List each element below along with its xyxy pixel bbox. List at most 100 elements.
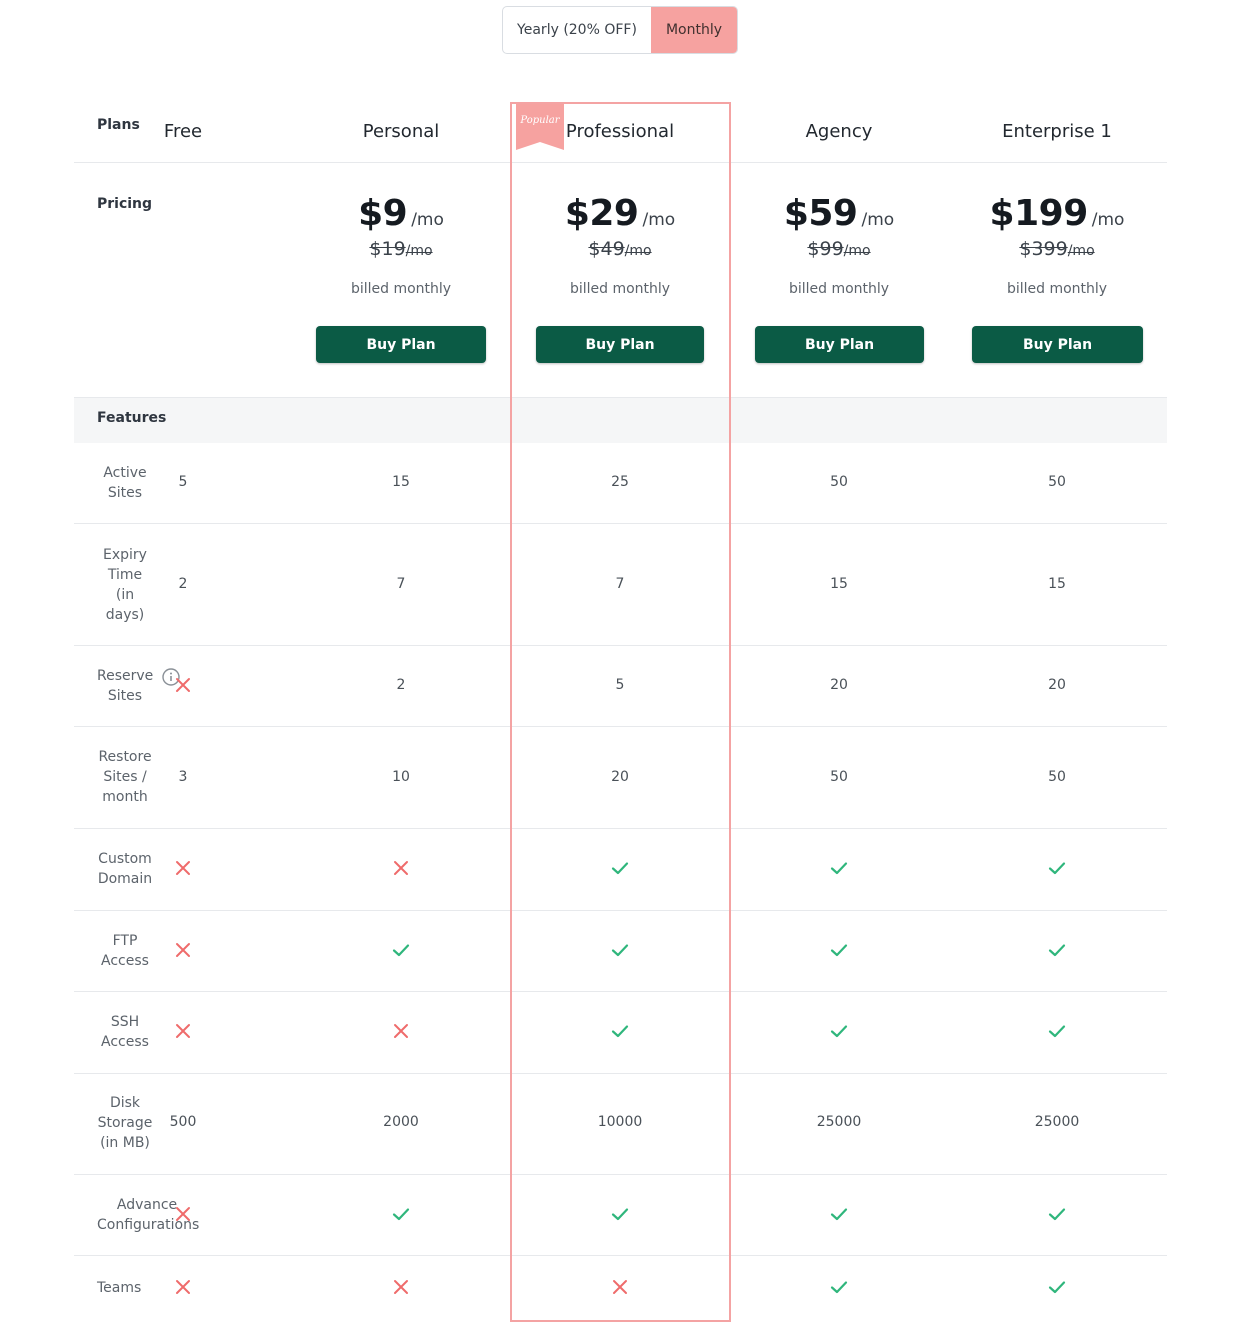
old-price-amount: $19 bbox=[369, 238, 406, 260]
check-icon bbox=[1048, 1205, 1066, 1223]
cross-icon bbox=[392, 1278, 410, 1296]
feature-label: Disk Storage (in MB) bbox=[97, 1095, 153, 1151]
old-price-period: /mo bbox=[405, 243, 433, 259]
feature-value: 15 bbox=[830, 576, 848, 592]
feature-value: 20 bbox=[830, 677, 848, 693]
cross-icon bbox=[174, 859, 192, 877]
check-icon bbox=[1048, 941, 1066, 959]
feature-value: 25000 bbox=[1034, 1114, 1080, 1130]
row-divider bbox=[74, 645, 1167, 646]
feature-value: 7 bbox=[615, 576, 625, 592]
price-personal: $9/mo bbox=[358, 193, 444, 234]
feature-label: Expiry Time (in days) bbox=[103, 547, 147, 623]
check-icon bbox=[392, 1205, 410, 1223]
feature-value: 7 bbox=[396, 576, 406, 592]
feature-value: 5 bbox=[615, 677, 625, 693]
plan-name-free: Free bbox=[163, 121, 203, 142]
feature-value: 2 bbox=[178, 576, 188, 592]
feature-label: SSH Access bbox=[101, 1014, 149, 1050]
feature-value: 50 bbox=[830, 769, 848, 785]
check-icon bbox=[830, 1022, 848, 1040]
cross-icon bbox=[611, 1278, 629, 1296]
check-icon bbox=[1048, 1278, 1066, 1296]
row-divider bbox=[74, 726, 1167, 727]
check-icon bbox=[611, 1205, 629, 1223]
price-agency: $59/mo bbox=[784, 193, 894, 234]
row-divider bbox=[74, 1255, 1167, 1256]
old-price-amount: $399 bbox=[1019, 238, 1068, 260]
feature-value: 15 bbox=[392, 474, 410, 490]
billing-note-personal: billed monthly bbox=[350, 281, 452, 297]
price-period: /mo bbox=[411, 210, 444, 230]
price-period: /mo bbox=[642, 210, 676, 230]
check-icon bbox=[830, 859, 848, 877]
feature-value: 5 bbox=[178, 474, 188, 490]
billing-note-enterprise-1: billed monthly bbox=[1006, 281, 1108, 297]
row-divider bbox=[74, 1174, 1167, 1175]
billing-note-professional: billed monthly bbox=[569, 281, 671, 297]
check-icon bbox=[830, 1205, 848, 1223]
buy-plan-button-professional[interactable]: Buy Plan bbox=[536, 326, 704, 363]
price-period: /mo bbox=[1091, 210, 1125, 230]
row-divider bbox=[74, 910, 1167, 911]
feature-value: 2000 bbox=[383, 1114, 419, 1130]
old-price-period: /mo bbox=[843, 243, 871, 259]
feature-value: 2 bbox=[396, 677, 406, 693]
cross-icon bbox=[392, 859, 410, 877]
price-amount: $9 bbox=[358, 193, 408, 234]
yearly-toggle-option[interactable]: Yearly (20% OFF) bbox=[503, 7, 651, 53]
svg-text:Popular: Popular bbox=[519, 115, 560, 126]
cross-icon bbox=[174, 676, 192, 694]
old-price-period: /mo bbox=[624, 243, 652, 259]
check-icon bbox=[1048, 859, 1066, 877]
feature-value: 10000 bbox=[597, 1114, 643, 1130]
price-period: /mo bbox=[861, 210, 895, 230]
cross-icon bbox=[174, 1022, 192, 1040]
feature-value: 25000 bbox=[816, 1114, 862, 1130]
monthly-toggle-option[interactable]: Monthly bbox=[651, 7, 737, 53]
price-enterprise-1: $199/mo bbox=[990, 193, 1125, 234]
check-icon bbox=[611, 941, 629, 959]
row-divider bbox=[74, 1073, 1167, 1074]
check-icon bbox=[1048, 1022, 1066, 1040]
pricing-label: Pricing bbox=[97, 196, 153, 212]
feature-value: 50 bbox=[1048, 769, 1066, 785]
plans-label: Plans bbox=[97, 117, 140, 133]
old-price-period: /mo bbox=[1067, 243, 1095, 259]
billing-note-agency: billed monthly bbox=[788, 281, 890, 297]
popular-ribbon-icon: Popular bbox=[516, 104, 564, 150]
plan-name-agency: Agency bbox=[805, 121, 873, 142]
plan-name-professional: Professional bbox=[565, 121, 675, 142]
feature-value: 50 bbox=[830, 474, 848, 490]
feature-value: 10 bbox=[392, 769, 410, 785]
cross-icon bbox=[392, 1022, 410, 1040]
price-amount: $59 bbox=[783, 193, 858, 234]
feature-label: Restore Sites / month bbox=[98, 749, 152, 805]
price-professional: $29/mo bbox=[565, 193, 675, 234]
feature-value: 20 bbox=[611, 769, 629, 785]
plan-name-enterprise-1: Enterprise 1 bbox=[1002, 121, 1112, 142]
feature-label: Active Sites bbox=[103, 465, 147, 501]
feature-label: FTP Access bbox=[101, 933, 149, 969]
cross-icon bbox=[174, 1205, 192, 1223]
check-icon bbox=[830, 941, 848, 959]
price-amount: $199 bbox=[989, 193, 1089, 234]
price-amount: $29 bbox=[564, 193, 639, 234]
feature-label: Reserve Sites bbox=[97, 668, 154, 704]
buy-plan-button-enterprise-1[interactable]: Buy Plan bbox=[972, 326, 1143, 363]
check-icon bbox=[830, 1278, 848, 1296]
feature-value: 50 bbox=[1048, 474, 1066, 490]
feature-label: Custom Domain bbox=[97, 851, 153, 887]
buy-plan-button-agency[interactable]: Buy Plan bbox=[755, 326, 924, 363]
feature-value: 20 bbox=[1048, 677, 1066, 693]
features-header-band bbox=[74, 397, 1167, 443]
check-icon bbox=[392, 941, 410, 959]
old-price-amount: $49 bbox=[588, 238, 625, 260]
features-label: Features bbox=[97, 410, 167, 426]
old-price-amount: $99 bbox=[807, 238, 844, 260]
plan-name-personal: Personal bbox=[362, 121, 440, 142]
check-icon bbox=[611, 859, 629, 877]
buy-plan-button-personal[interactable]: Buy Plan bbox=[316, 326, 486, 363]
cross-icon bbox=[174, 941, 192, 959]
feature-value: 15 bbox=[1048, 576, 1066, 592]
